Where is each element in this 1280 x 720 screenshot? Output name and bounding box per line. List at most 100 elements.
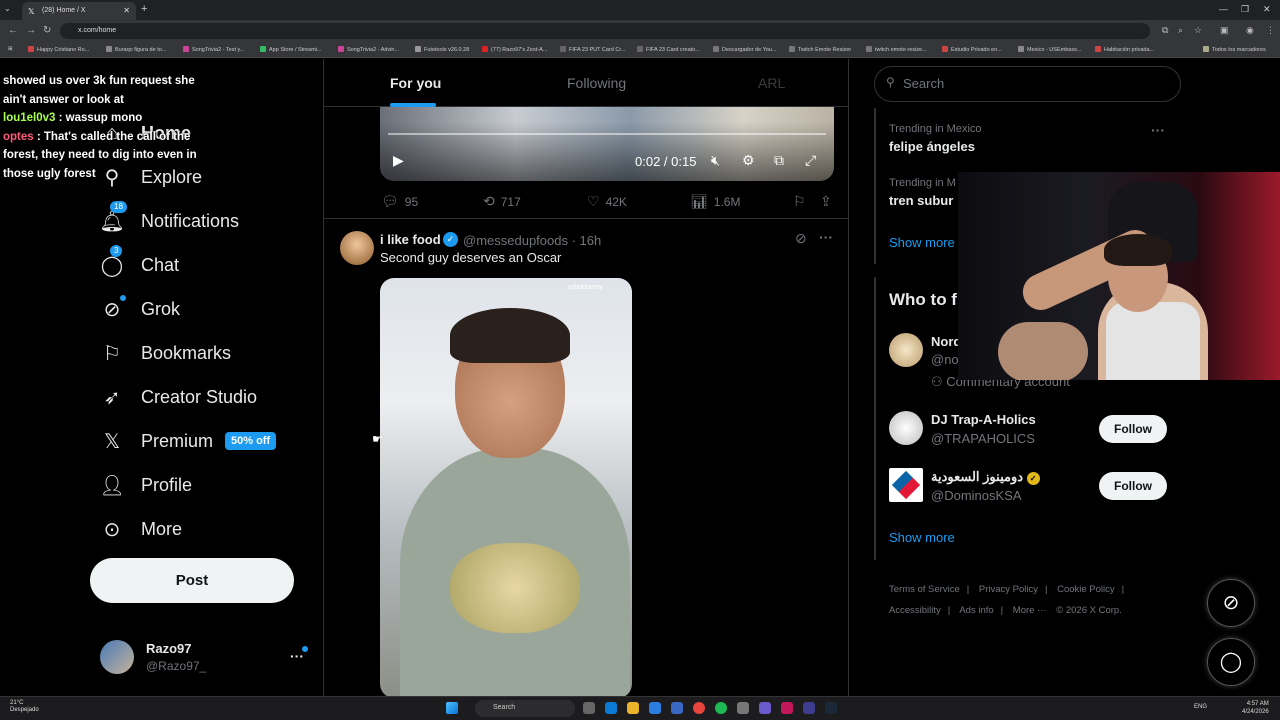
avatar[interactable]	[889, 411, 923, 445]
tab-following[interactable]: Following	[567, 75, 626, 91]
bookmark-item[interactable]: Buraqo figura de to...	[106, 46, 166, 53]
new-tab-icon[interactable]: +	[141, 3, 147, 15]
mute-icon[interactable]: 🔇︎	[711, 152, 720, 169]
like-button[interactable]: ♡ 42K	[587, 193, 627, 210]
chat-fab-button[interactable]: ◯	[1207, 638, 1255, 686]
bookmark-item[interactable]: (77) Razo97's Zest-A...	[482, 46, 547, 53]
app-icon[interactable]	[781, 702, 793, 714]
bookmark-button[interactable]: ⚐	[793, 193, 812, 210]
account-name[interactable]: Razo97	[146, 641, 192, 656]
more-icon[interactable]: ···	[819, 229, 833, 245]
search-input[interactable]: ⚲ Search	[874, 66, 1181, 102]
bookmark-item[interactable]: Descargador de You...	[713, 46, 776, 53]
nav-more[interactable]: ⊙ More	[100, 514, 182, 544]
bookmark-item[interactable]: Mexico - USEmbass...	[1018, 46, 1081, 53]
settings-icon[interactable]: ⚙	[742, 152, 755, 169]
apps-icon[interactable]: ⊞	[8, 46, 13, 52]
edge-icon[interactable]	[605, 702, 617, 714]
avatar[interactable]	[889, 468, 923, 502]
show-more-link[interactable]: Show more	[889, 235, 955, 250]
bookmark-item[interactable]: Happy Cristiano Ro...	[28, 46, 89, 53]
video-progress-bar[interactable]	[388, 133, 826, 135]
footer-link[interactable]: Privacy Policy	[979, 584, 1038, 595]
nav-notifications[interactable]: 🔔︎ 18 Notifications	[99, 201, 239, 236]
avatar[interactable]	[889, 333, 923, 367]
task-view-icon[interactable]	[583, 702, 595, 714]
bookmark-item[interactable]: Futetools v26.0.28	[415, 46, 469, 53]
footer-link[interactable]: Ads info	[959, 605, 993, 616]
fullscreen-icon[interactable]: ⤢	[805, 152, 816, 169]
nav-chat[interactable]: ◯ 3 Chat	[100, 245, 179, 280]
app-icon[interactable]	[737, 702, 749, 714]
steam-icon[interactable]	[825, 702, 837, 714]
menu-icon[interactable]: ⋮	[1266, 25, 1275, 36]
follow-button[interactable]: Follow	[1099, 472, 1167, 500]
more-icon[interactable]: ···	[1151, 122, 1165, 138]
app-icon[interactable]	[671, 702, 683, 714]
back-icon[interactable]: ←	[8, 25, 18, 36]
taskbar-search[interactable]: Search	[475, 700, 575, 717]
reply-button[interactable]: 💬︎ 95	[381, 193, 418, 210]
tab-arl[interactable]: ARL	[758, 75, 785, 91]
suggestion-name[interactable]: DJ Trap-A-Holics	[931, 412, 1036, 427]
grok-icon[interactable]: ⊘	[795, 230, 807, 247]
bookmark-item[interactable]: SongTrivia2 - Test y...	[183, 46, 244, 53]
url-field[interactable]: x.com/home	[60, 23, 1150, 39]
reload-icon[interactable]: ↻	[43, 25, 51, 36]
avatar[interactable]	[100, 640, 134, 674]
share-button[interactable]: ⇪	[820, 193, 838, 210]
nav-profile[interactable]: 👤︎ Profile	[99, 470, 192, 500]
play-icon[interactable]: ▶	[393, 152, 404, 169]
obs-icon[interactable]	[803, 702, 815, 714]
bookmark-item[interactable]: FIFA 23 PUT Card Cr...	[560, 46, 625, 53]
bookmark-item[interactable]: Estudio Privado en...	[942, 46, 1002, 53]
suggestion-name[interactable]: دومينوز السعودية ✓	[931, 469, 1040, 485]
star-icon[interactable]: ☆	[1194, 25, 1202, 36]
window-close-icon[interactable]: ✕	[1263, 4, 1271, 15]
grok-fab-button[interactable]: ⊘	[1207, 579, 1255, 627]
trend-name[interactable]: tren subur	[889, 193, 953, 208]
tab-for-you[interactable]: For you	[390, 75, 441, 91]
clock[interactable]: 4:57 AM 4/24/2026	[1242, 700, 1269, 716]
avatar[interactable]	[340, 231, 374, 265]
footer-link[interactable]: Terms of Service	[889, 584, 960, 595]
footer-link[interactable]: Cookie Policy	[1057, 584, 1115, 595]
tab-search-icon[interactable]: ⌄	[4, 4, 11, 13]
footer-link[interactable]: More ···	[1013, 605, 1047, 616]
account-handle[interactable]: @Razo97_	[146, 659, 206, 673]
bookmark-item[interactable]: twitch emote resize...	[866, 46, 927, 53]
suggestion-name[interactable]: Nord	[931, 334, 961, 349]
bookmark-item[interactable]: Habitación privada...	[1095, 46, 1154, 53]
video-player[interactable]: ▶ 0:02 / 0:15 🔇︎ ⚙ ⧉ ⤢	[380, 107, 834, 181]
zoom-icon[interactable]: ⌕	[1178, 25, 1183, 36]
language-indicator[interactable]: ENG	[1194, 704, 1207, 710]
show-more-link[interactable]: Show more	[889, 530, 955, 545]
views-button[interactable]: 📊︎ 1.6M	[690, 193, 740, 210]
forward-icon[interactable]: →	[26, 25, 36, 36]
nav-premium[interactable]: 𝕏 Premium 50% off	[100, 426, 277, 456]
extensions-icon[interactable]: ▣	[1220, 25, 1229, 36]
follow-button[interactable]: Follow	[1099, 415, 1167, 443]
file-explorer-icon[interactable]	[627, 702, 639, 714]
bookmark-item[interactable]: FIFA 23 Card creato...	[637, 46, 700, 53]
post-button[interactable]: Post	[90, 558, 294, 603]
install-icon[interactable]: ⧉	[1162, 25, 1168, 36]
pip-icon[interactable]: ⧉	[774, 152, 784, 169]
footer-link[interactable]: Accessibility	[889, 605, 941, 616]
weather-widget[interactable]: 21°C Despejado	[10, 700, 39, 714]
bookmark-item[interactable]: SongTrivia2 - Advin...	[338, 46, 399, 53]
profile-icon[interactable]: ◉	[1246, 25, 1254, 36]
repost-button[interactable]: ⟲ 717	[483, 193, 521, 210]
store-icon[interactable]	[649, 702, 661, 714]
start-icon[interactable]	[446, 702, 458, 714]
minimize-icon[interactable]: —	[1219, 4, 1228, 14]
chrome-icon[interactable]	[693, 702, 705, 714]
tweet-author-name[interactable]: i like food	[380, 232, 441, 247]
bookmark-item[interactable]: App Store / Streami...	[260, 46, 322, 53]
spotify-icon[interactable]	[715, 702, 727, 714]
bookmark-item[interactable]: Twitch Emote Resizer	[789, 46, 851, 53]
browser-tab[interactable]: 𝕏 (28) Home / X ✕	[22, 2, 136, 20]
nav-grok[interactable]: ⊘ Grok	[100, 294, 180, 324]
restore-icon[interactable]: ❐	[1241, 4, 1249, 15]
all-bookmarks[interactable]: Todos los marcadores	[1203, 46, 1266, 53]
